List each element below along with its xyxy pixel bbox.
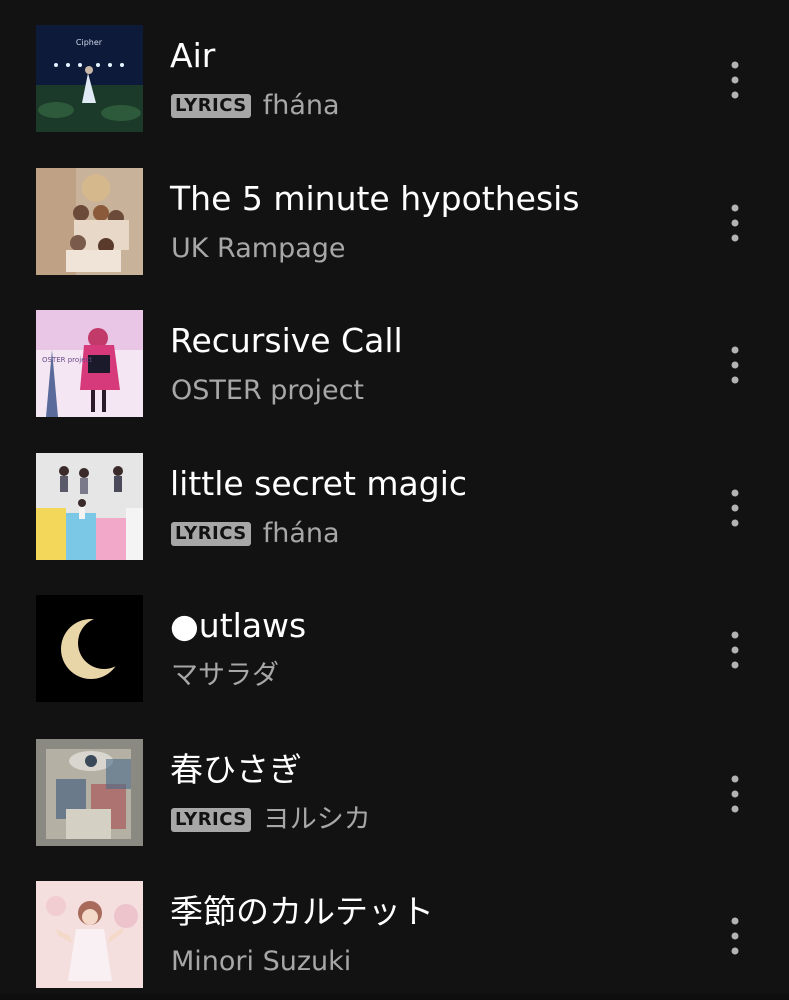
more-options-button[interactable]	[712, 318, 758, 412]
album-art	[36, 881, 143, 988]
track-subtitle: LYRICS ヨルシカ	[171, 802, 371, 838]
track-title: ●utlaws	[170, 606, 307, 645]
more-vertical-icon	[731, 775, 739, 813]
track-row[interactable]: 季節のカルテット Minori Suzuki	[0, 856, 789, 998]
album-art	[36, 168, 143, 275]
track-title: 春ひさぎ	[170, 750, 302, 789]
more-vertical-icon	[731, 631, 739, 669]
track-row[interactable]: 春ひさぎ LYRICS ヨルシカ	[0, 714, 789, 856]
lyrics-badge: LYRICS	[171, 94, 251, 118]
track-subtitle: Minori Suzuki	[171, 944, 351, 980]
track-subtitle: マサラダ	[171, 658, 279, 694]
artist-name: fhána	[262, 518, 340, 549]
track-subtitle: LYRICS fhána	[171, 88, 340, 124]
artist-name: fhána	[262, 90, 340, 121]
track-title: little secret magic	[170, 464, 468, 503]
album-art: OSTER project	[36, 310, 143, 417]
artist-name: Minori Suzuki	[171, 946, 352, 977]
track-row[interactable]: The 5 minute hypothesis UK Rampage	[0, 143, 789, 285]
track-title: 季節のカルテット	[170, 892, 434, 931]
track-subtitle: OSTER project	[171, 373, 364, 409]
track-subtitle: LYRICS fhána	[171, 516, 340, 552]
more-vertical-icon	[731, 917, 739, 955]
track-row[interactable]: Cipher Air LYRICS fhána	[0, 0, 789, 142]
more-vertical-icon	[731, 346, 739, 384]
track-row[interactable]: OSTER project Recursive Call OSTER proje…	[0, 285, 789, 427]
more-vertical-icon	[731, 489, 739, 527]
artist-name: ヨルシカ	[262, 804, 371, 835]
more-options-button[interactable]	[712, 603, 758, 697]
artist-name: OSTER project	[171, 375, 364, 406]
more-vertical-icon	[731, 61, 739, 99]
more-options-button[interactable]	[712, 461, 758, 555]
more-options-button[interactable]	[712, 747, 758, 841]
album-art-text: Cipher	[76, 38, 103, 47]
artist-name: UK Rampage	[171, 233, 346, 264]
artist-name: マサラダ	[171, 660, 279, 691]
track-title: The 5 minute hypothesis	[170, 179, 580, 218]
track-list: Cipher Air LYRICS fhána The 5 minute hyp…	[0, 0, 789, 1000]
album-art	[36, 739, 143, 846]
track-row[interactable]: little secret magic LYRICS fhána	[0, 428, 789, 570]
lyrics-badge: LYRICS	[171, 522, 251, 546]
album-art: Cipher	[36, 25, 143, 132]
album-art-text: OSTER project	[42, 356, 92, 364]
lyrics-badge: LYRICS	[171, 808, 251, 832]
bottom-edge	[0, 994, 789, 1000]
track-row[interactable]: ●utlaws マサラダ	[0, 570, 789, 712]
more-options-button[interactable]	[712, 889, 758, 983]
more-options-button[interactable]	[712, 176, 758, 270]
track-subtitle: UK Rampage	[171, 231, 346, 267]
album-art	[36, 595, 143, 702]
more-vertical-icon	[731, 204, 739, 242]
track-title: Air	[170, 36, 216, 75]
more-options-button[interactable]	[712, 33, 758, 127]
album-art	[36, 453, 143, 560]
track-title: Recursive Call	[170, 321, 403, 360]
